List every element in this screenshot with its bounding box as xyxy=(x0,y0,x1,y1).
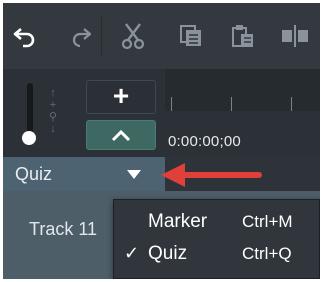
ruler-tick xyxy=(231,97,232,111)
check-icon: ✓ xyxy=(124,243,140,263)
zoom-slider-icon: ↑ + ⚲ ↓ xyxy=(48,87,58,135)
menu-item-label: Marker xyxy=(148,211,208,232)
quiz-track-label: Quiz xyxy=(15,164,53,184)
caret-down-icon[interactable] xyxy=(127,170,141,179)
zoom-in-button[interactable]: + xyxy=(86,80,156,114)
quiz-track-header[interactable]: Quiz xyxy=(3,157,165,191)
ruler-band xyxy=(165,69,320,111)
copy-button[interactable] xyxy=(173,19,209,53)
ruler-tick xyxy=(291,97,292,111)
timeline-ruler[interactable]: 0:00:00;00 xyxy=(165,69,320,157)
timecode: 0:00:00;00 xyxy=(168,133,241,150)
redo-icon xyxy=(72,28,92,48)
edit-toolbar xyxy=(3,3,320,69)
redo-button[interactable] xyxy=(63,19,99,53)
track-label: Track 11 xyxy=(29,219,98,239)
scissors-icon xyxy=(121,23,145,50)
zoom-panel: ↑ + ⚲ ↓ + xyxy=(3,69,165,157)
split-icon xyxy=(282,25,308,47)
zoom-fit-button[interactable] xyxy=(86,120,156,150)
undo-icon xyxy=(13,28,35,48)
chevron-up-icon xyxy=(111,129,131,142)
ruler-tick xyxy=(171,97,172,111)
menu-item-shortcut: Ctrl+Q xyxy=(242,244,292,263)
cut-button[interactable] xyxy=(115,19,151,53)
paste-icon xyxy=(232,25,253,47)
undo-button[interactable] xyxy=(7,19,43,53)
timeline-window: ↑ + ⚲ ↓ + 0:00:00;00 Quiz Track 11 Marker C… xyxy=(3,3,320,279)
split-button[interactable] xyxy=(277,19,313,53)
copy-icon xyxy=(180,25,201,46)
quiz-track-lane[interactable] xyxy=(165,157,320,191)
zoom-slider-handle[interactable] xyxy=(22,131,36,145)
paste-button[interactable] xyxy=(225,19,261,53)
menu-item-label: Quiz xyxy=(148,243,188,264)
menu-item-shortcut: Ctrl+M xyxy=(242,212,293,231)
track-type-menu: Marker Ctrl+M ✓ Quiz Ctrl+Q xyxy=(113,199,320,279)
toolbar-separator xyxy=(101,15,102,57)
menu-item-quiz[interactable]: ✓ Quiz Ctrl+Q xyxy=(114,240,319,270)
menu-item-marker[interactable]: Marker Ctrl+M xyxy=(114,208,319,238)
